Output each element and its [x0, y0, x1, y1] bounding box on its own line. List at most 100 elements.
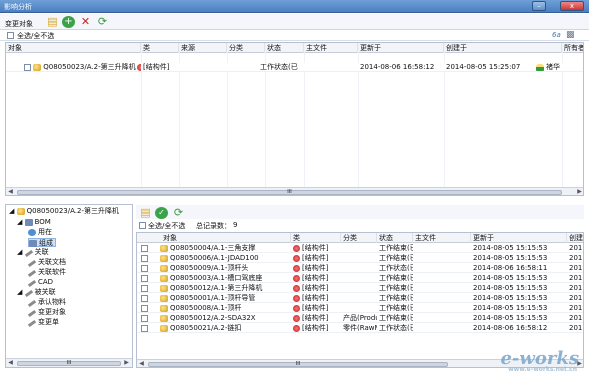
close-button[interactable]: x	[560, 1, 584, 11]
tree-label: 关联软件	[38, 268, 66, 276]
user-icon	[536, 63, 544, 71]
refresh-icon[interactable]: ⟳	[172, 207, 185, 219]
row-checkbox[interactable]	[141, 244, 148, 252]
table-row[interactable]: Q08050012/A.2-SDA32X [结构件] 产品(Produ 工作结束(已 2…	[137, 314, 583, 323]
table-row[interactable]: Q08050009/A.1-顶杆头 [结构件] 工作状态(已 2014-08-06 1…	[137, 264, 583, 273]
refresh-icon[interactable]: ⟳	[96, 16, 109, 28]
row-main-file	[413, 244, 471, 253]
col-created[interactable]: 创建于	[444, 43, 562, 53]
tree-item-link-software[interactable]: 关联软件	[27, 268, 66, 277]
row-object: Q08050012/A.2-SDA32X	[170, 314, 256, 322]
row-checkbox[interactable]	[141, 294, 148, 302]
row-object-cell: Q08050012/A.2-SDA32X	[137, 314, 291, 323]
watermark-sub: www.e-works.net.cn	[508, 366, 577, 373]
row-checkbox[interactable]	[24, 63, 31, 71]
row-checkbox[interactable]	[141, 274, 148, 282]
tree-item-change-order[interactable]: 变更单	[27, 318, 59, 327]
add-icon[interactable]: +	[62, 16, 75, 28]
table-row[interactable]: Q08050023/A.2-第三升降机 [结构件] 工作状态(已 2014-08…	[6, 63, 583, 72]
tree-root[interactable]: ◢ Q08050023/A.2-第三升降机	[9, 207, 119, 216]
col-owner[interactable]: 所有者	[562, 43, 583, 53]
row-checkbox[interactable]	[141, 284, 148, 292]
table-row[interactable]: Q08050012/A.1-第三升降机 [结构件] 工作结束(已 2014-08-05…	[137, 284, 583, 293]
row-object-cell: Q08050001/A.1-顶杆导管	[137, 294, 291, 303]
row-checkbox[interactable]	[141, 314, 148, 322]
scroll-thumb[interactable]: III	[17, 190, 562, 195]
col-created[interactable]: 创建	[567, 233, 583, 243]
select-all-checkbox[interactable]	[139, 222, 146, 229]
part-icon	[16, 207, 25, 215]
check-icon[interactable]: ✓	[155, 207, 168, 219]
col-source[interactable]: 来源	[179, 43, 227, 53]
scroll-left-icon[interactable]: ◀	[137, 360, 146, 367]
scroll-thumb[interactable]: III	[148, 362, 448, 367]
scroll-thumb[interactable]: III	[17, 361, 121, 366]
watermark-logo: e-works www.e-works.net.cn	[500, 348, 579, 373]
checkout-icon	[293, 304, 300, 312]
checkout-icon	[293, 244, 300, 252]
col-status[interactable]: 状态	[265, 43, 304, 53]
scroll-right-icon[interactable]: ▶	[122, 359, 131, 367]
folder-icon[interactable]: ▤	[46, 16, 59, 28]
tree-item-cad[interactable]: CAD	[27, 278, 53, 287]
col-updated[interactable]: 更新于	[471, 233, 567, 243]
table-row[interactable]: Q08050006/A.1-JDAD100 [结构件] 工作结束(已 2014-08-…	[137, 254, 583, 263]
table-row[interactable]: Q08050001/A.1-顶杆导管 [结构件] 工作结束(已 2014-08-05 …	[137, 294, 583, 303]
tree-horizontal-scrollbar[interactable]: ◀ III ▶	[6, 358, 132, 367]
col-class[interactable]: 类	[291, 233, 341, 243]
row-category	[341, 284, 377, 293]
table-row[interactable]: Q08050021/A.2-链扣 [结构件] 零件(RawM 工作状态(已 2014-0…	[137, 324, 583, 333]
tree-item-change-object[interactable]: 变更对象	[27, 308, 66, 317]
col-object[interactable]: 对象	[137, 233, 291, 243]
table-row[interactable]: Q08050008/A.1-顶杆 [结构件] 工作结束(已 2014-08-05 15…	[137, 304, 583, 313]
tree-item-link-docs[interactable]: 关联文档	[27, 258, 66, 267]
table-row[interactable]: Q08050004/A.1-三角支撑 [结构件] 工作结束(已 2014-08-05 …	[137, 244, 583, 253]
window-title: 影响分析	[4, 3, 32, 11]
select-all-checkbox[interactable]	[7, 32, 14, 39]
top-horizontal-scrollbar[interactable]: ◀ III ▶	[6, 187, 583, 195]
col-main-file[interactable]: 主文件	[304, 43, 358, 53]
part-icon	[160, 274, 168, 282]
row-class: [结构件]	[143, 63, 170, 71]
row-checkbox[interactable]	[141, 324, 148, 332]
col-object[interactable]: 对象	[6, 43, 141, 53]
part-icon	[160, 314, 168, 322]
tree-item-linked-by[interactable]: ◢ 被关联	[17, 288, 56, 297]
row-category	[341, 264, 377, 273]
tree-item-used-in[interactable]: 用在	[28, 228, 52, 237]
row-status: 工作结束(已	[379, 284, 413, 292]
bottom-toolbar: ▤ ✓ ⟳	[136, 205, 584, 219]
tree-item-composition[interactable]: 组成	[28, 238, 56, 247]
col-status[interactable]: 状态	[377, 233, 413, 243]
row-main-file	[413, 274, 471, 283]
export-icon[interactable]: ▩	[566, 30, 575, 40]
row-checkbox[interactable]	[141, 254, 148, 262]
col-category[interactable]: 分类	[227, 43, 265, 53]
composition-icon	[29, 239, 37, 247]
part-icon	[33, 63, 42, 71]
scroll-right-icon[interactable]: ▶	[575, 188, 583, 195]
view-icon[interactable]: 6a	[552, 31, 561, 39]
row-object-cell: Q08050006/A.1-JDAD100	[137, 254, 291, 263]
row-category: 产品(Produ	[343, 314, 377, 322]
total-label: 总记录数：	[196, 222, 231, 230]
col-updated[interactable]: 更新于	[358, 43, 444, 53]
tree-item-approved-material[interactable]: 承认物料	[27, 298, 66, 307]
col-category[interactable]: 分类	[341, 233, 377, 243]
table-row[interactable]: Q08050003/A.1-槽口驾底座 [结构件] 工作结束(已 2014-08-05…	[137, 274, 583, 283]
row-class: [结构件]	[302, 264, 329, 272]
col-class[interactable]: 类	[141, 43, 179, 53]
delete-icon[interactable]: ✕	[79, 16, 92, 28]
scroll-left-icon[interactable]: ◀	[6, 359, 15, 367]
row-checkbox[interactable]	[141, 304, 148, 312]
row-checkbox[interactable]	[141, 264, 148, 272]
folder-icon[interactable]: ▤	[139, 207, 152, 219]
tree-item-bom[interactable]: ◢ BOM	[17, 218, 51, 227]
tree-item-link[interactable]: ◢ 关联	[17, 248, 49, 257]
row-created: 2014-08-05 15:25:07	[446, 63, 521, 71]
minimize-button[interactable]: –	[532, 1, 546, 11]
row-created: 201	[569, 244, 583, 252]
tree-label: 组成	[39, 239, 53, 247]
col-main-file[interactable]: 主文件	[413, 233, 471, 243]
scroll-left-icon[interactable]: ◀	[6, 188, 15, 195]
